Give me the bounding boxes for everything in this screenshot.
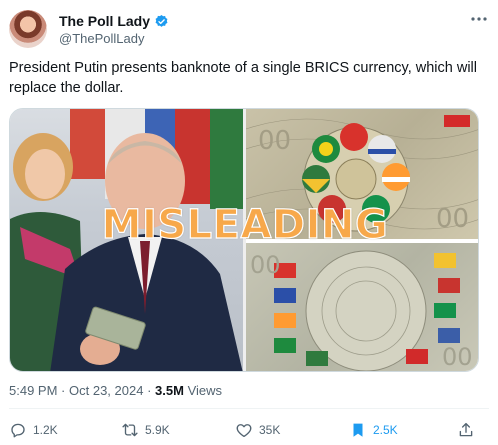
reply-button[interactable]: 1.2K — [9, 419, 58, 441]
tweet-metadata: 5:49 PM · Oct 23, 2024 · 3.5M Views — [9, 383, 222, 398]
share-button[interactable] — [457, 419, 475, 441]
tweet-header: The Poll Lady @ThePollLady — [9, 10, 489, 50]
tweet-media[interactable]: 00 00 00 00 MISLEADING — [9, 108, 479, 372]
svg-text:00: 00 — [258, 126, 291, 156]
views-label: Views — [187, 383, 223, 398]
author-handle[interactable]: @ThePollLady — [59, 31, 144, 46]
svg-text:00: 00 — [442, 343, 473, 371]
meta-separator: · — [147, 383, 156, 398]
bookmark-count: 2.5K — [373, 423, 398, 437]
share-icon — [459, 422, 473, 437]
name-row: The Poll Lady — [59, 13, 169, 29]
views-count: 3.5M — [155, 383, 184, 398]
like-count: 35K — [259, 423, 281, 437]
meta-separator: · — [61, 383, 69, 398]
reply-icon — [11, 423, 25, 438]
reply-count: 1.2K — [33, 423, 58, 437]
tweet-time[interactable]: 5:49 PM — [9, 383, 57, 398]
misleading-overlay-label: MISLEADING — [101, 201, 389, 248]
bookmark-icon — [353, 423, 363, 437]
avatar[interactable] — [9, 10, 47, 48]
like-button[interactable]: 35K — [235, 419, 280, 441]
tweet-actions: 1.2K 5.9K 35K 2.5K — [9, 419, 479, 441]
repost-count: 5.9K — [145, 423, 170, 437]
divider — [9, 408, 489, 409]
tweet[interactable]: The Poll Lady @ThePollLady President Put… — [0, 0, 498, 445]
tweet-date[interactable]: Oct 23, 2024 — [69, 383, 143, 398]
bookmark-button[interactable]: 2.5K — [349, 419, 398, 441]
repost-button[interactable]: 5.9K — [121, 419, 170, 441]
more-options-icon[interactable] — [469, 12, 489, 26]
svg-text:00: 00 — [250, 251, 281, 279]
verified-badge-icon — [155, 14, 168, 27]
repost-icon — [122, 423, 138, 437]
banknote-bottom: 00 00 — [246, 243, 478, 371]
heart-icon — [236, 424, 252, 438]
author-display-name[interactable]: The Poll Lady — [59, 13, 150, 29]
tweet-text: President Putin presents banknote of a s… — [9, 60, 477, 96]
